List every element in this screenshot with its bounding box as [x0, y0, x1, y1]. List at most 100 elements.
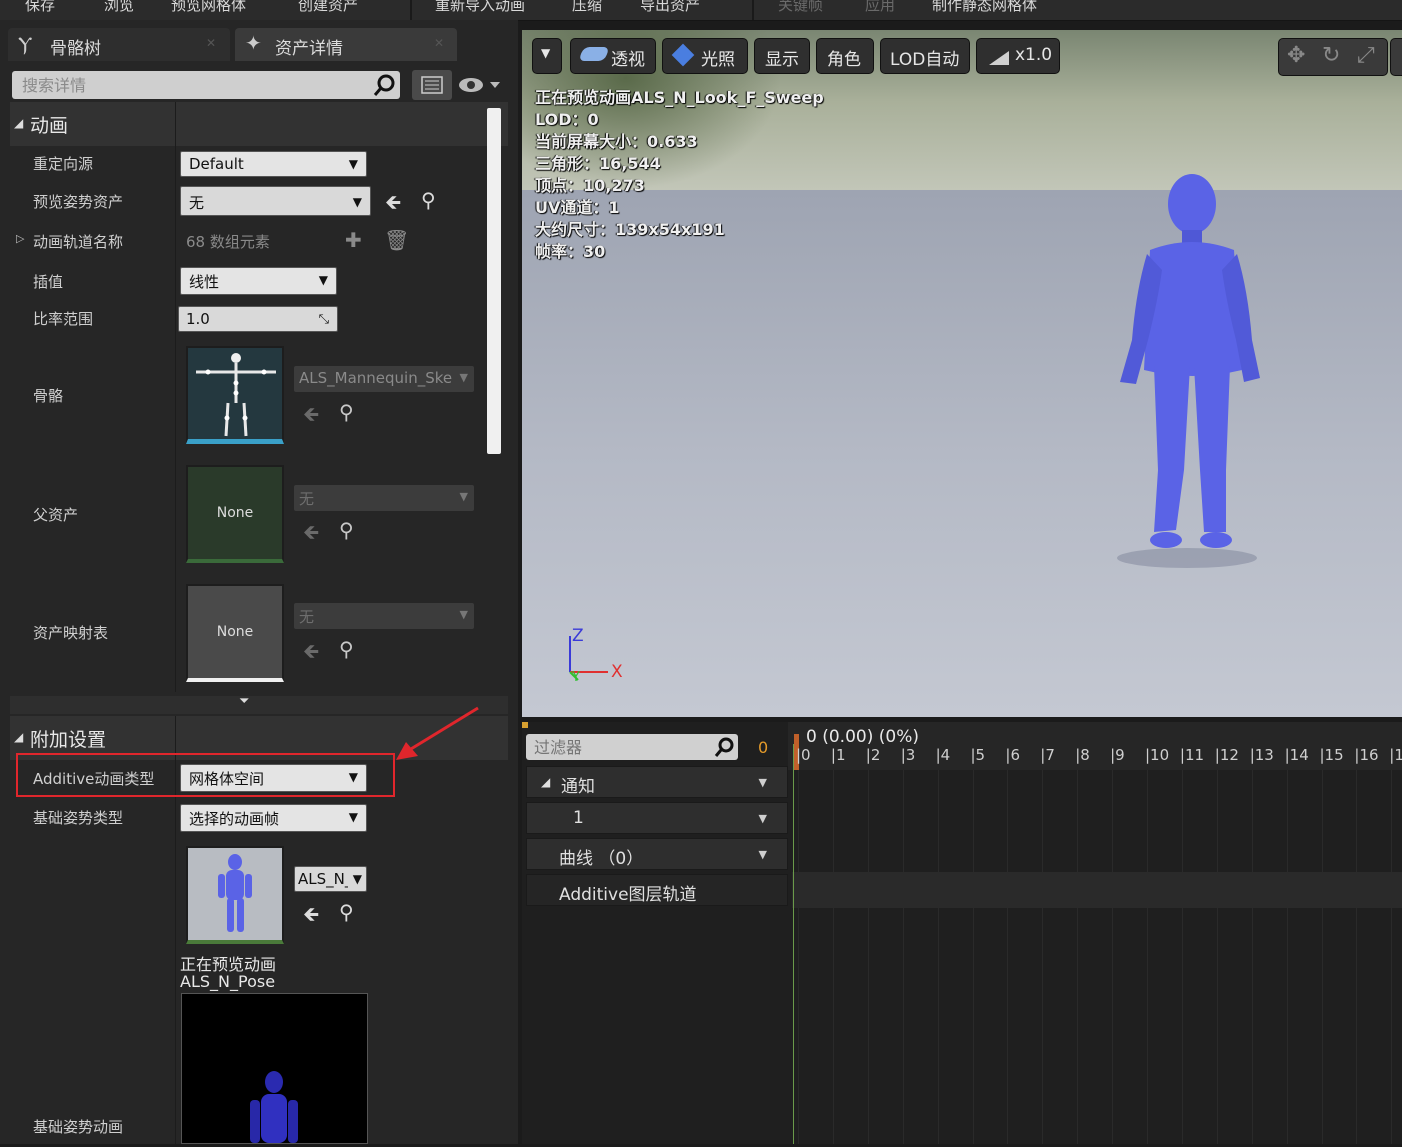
timeline-tick: |16 — [1354, 746, 1379, 764]
toolbar-apply[interactable]: 应用 — [865, 0, 895, 15]
asset-mapping-combo[interactable]: 无 ▼ — [294, 603, 474, 629]
browse-search-icon[interactable]: ⚲ — [339, 637, 354, 661]
scale-icon[interactable]: ⤢ — [1357, 43, 1375, 68]
toolbar-key[interactable]: 关键帧 — [778, 0, 823, 15]
lod-button[interactable]: LOD自动 — [880, 38, 970, 74]
parent-asset-value: 无 — [299, 490, 315, 508]
use-selected-arrow-icon[interactable]: 🡸 — [303, 900, 319, 934]
additive-layer-track[interactable]: Additive图层轨道 — [526, 874, 788, 906]
use-selected-arrow-icon[interactable]: 🡸 — [303, 637, 319, 671]
preview-pose-combo[interactable]: 无 ▼ — [180, 186, 371, 216]
parent-asset-combo[interactable]: 无 ▼ — [294, 485, 474, 511]
additive-type-combo[interactable]: 网格体空间 ▼ — [180, 764, 367, 792]
rate-scale-label: 比率范围 — [33, 310, 94, 328]
notify-track-label: 1 — [573, 808, 584, 828]
toolbar-browse[interactable]: 浏览 — [104, 0, 134, 15]
annotation-arrow — [396, 706, 479, 760]
chevron-down-icon: ▼ — [348, 810, 358, 824]
timeline-tick: |10 — [1145, 746, 1170, 764]
notify-track-1[interactable]: 1 ▼ — [526, 802, 788, 834]
timeline-gridline — [972, 770, 974, 1144]
close-icon[interactable]: ✕ — [206, 36, 216, 50]
chevron-down-icon: ▼ — [758, 848, 767, 861]
timeline-gridline — [1181, 770, 1183, 1144]
skeleton-combo[interactable]: ALS_Mannequin_Skele ▼ — [294, 366, 474, 392]
perspective-button[interactable]: 透视 — [570, 38, 656, 74]
interpolation-combo[interactable]: 线性 ▼ — [180, 267, 337, 295]
notifies-track[interactable]: ◢ 通知 ▼ — [526, 766, 788, 798]
skeleton-value: ALS_Mannequin_Skele — [299, 369, 453, 387]
tab-asset-details[interactable]: ✦ 资产详情 ✕ — [235, 28, 457, 61]
toolbar-save[interactable]: 保存 — [25, 0, 55, 15]
viewport-options-button[interactable]: ▼ — [532, 38, 562, 74]
use-selected-arrow-icon[interactable]: 🡸 — [303, 518, 319, 552]
curves-track[interactable]: 曲线 （0） ▼ — [526, 838, 788, 870]
use-selected-arrow-icon[interactable]: 🡸 — [303, 400, 319, 434]
visibility-filter-button[interactable] — [458, 74, 504, 96]
asset-mapping-thumbnail[interactable]: None — [186, 584, 284, 682]
time-ruler[interactable]: 0 (0.00) (0%) |0 |1 |2 |3 |4 |5 |6 |7 |8 |9 |10 |11… — [788, 722, 1402, 770]
browse-search-icon[interactable]: ⚲ — [421, 188, 436, 212]
skeleton-thumbnail[interactable] — [186, 346, 284, 444]
search-icon[interactable] — [712, 736, 736, 758]
more-tools-button[interactable] — [1390, 38, 1402, 76]
trash-icon[interactable]: 🗑 — [384, 228, 409, 252]
category-animation[interactable]: ◢ 动画 — [10, 102, 508, 146]
base-pose-anim-label: 基础姿势动画 — [33, 1118, 124, 1136]
timeline-tick: |2 — [865, 746, 881, 764]
browse-search-icon[interactable]: ⚲ — [339, 900, 354, 924]
search-icon[interactable] — [372, 73, 396, 97]
axis-x-label: X — [611, 662, 623, 682]
rotate-icon[interactable]: ↻ — [1322, 43, 1340, 68]
lit-button[interactable]: 光照 — [662, 38, 748, 74]
browse-search-icon[interactable]: ⚲ — [339, 400, 354, 424]
camera-icon — [578, 47, 610, 61]
close-icon[interactable]: ✕ — [434, 36, 444, 50]
timeline-tick: |13 — [1249, 746, 1274, 764]
character-button[interactable]: 角色 — [816, 38, 874, 74]
toolbar-reimport[interactable]: 重新导入动画 — [435, 0, 525, 15]
toolbar-compress[interactable]: 压缩 — [572, 0, 602, 15]
base-pose-anim-thumbnail[interactable] — [186, 846, 284, 944]
playback-speed-button[interactable]: x1.0 — [976, 38, 1060, 74]
preview-viewport[interactable]: ▼ 透视 光照 显示 角色 LOD自动 x1.0 ✥ ↻ ⤢ 正在预览动画ALS… — [522, 30, 1402, 717]
use-selected-arrow-icon[interactable]: 🡸 — [385, 188, 401, 222]
interpolation-value: 线性 — [189, 273, 220, 291]
character-preview-icon — [250, 1071, 298, 1143]
add-icon[interactable]: ✚ — [345, 228, 362, 252]
additive-type-value: 网格体空间 — [189, 770, 265, 788]
timeline-tick: |3 — [900, 746, 916, 764]
chevron-down-icon: ⏷ — [239, 694, 250, 709]
toolbar-make-static-mesh[interactable]: 制作静态网格体 — [932, 0, 1037, 15]
filter-input[interactable] — [532, 736, 706, 758]
base-pose-type-combo[interactable]: 选择的动画帧 ▼ — [180, 804, 367, 832]
toolbar-preview-mesh[interactable]: 预览网格体 — [171, 0, 246, 15]
show-button[interactable]: 显示 — [754, 38, 810, 74]
stat-frame-rate: 帧率：30 — [535, 242, 606, 261]
details-scrollbar[interactable] — [487, 108, 501, 454]
timeline-panel: 0 0 (0.00) (0%) |0 |1 |2 |3 |4 |5 |6 |7 |8 |9 |10 |… — [522, 722, 1402, 1144]
expand-icon[interactable]: ▷ — [16, 232, 24, 245]
corner-marker — [522, 722, 528, 728]
current-frame-value[interactable]: 0 — [758, 738, 768, 757]
move-icon[interactable]: ✥ — [1287, 43, 1305, 68]
toolbar-export[interactable]: 导出资产 — [640, 0, 700, 15]
toolbar-create-asset[interactable]: 创建资产 — [298, 0, 358, 15]
parent-asset-thumb-text: None — [216, 505, 254, 521]
stat-vertices: 顶点：10,273 — [535, 176, 645, 195]
list-icon — [421, 76, 443, 94]
search-input[interactable] — [20, 74, 364, 96]
list-view-button[interactable] — [412, 70, 452, 100]
tab-skeleton-tree-label: 骨骼树 — [50, 39, 101, 59]
browse-search-icon[interactable]: ⚲ — [339, 518, 354, 542]
rate-scale-input[interactable]: 1.0 ⤡ — [178, 306, 338, 332]
search-details — [12, 71, 400, 99]
notifies-label: 通知 — [561, 777, 595, 797]
base-pose-anim-combo[interactable]: ALS_N_ ▼ — [294, 866, 367, 892]
stat-previewing: 正在预览动画ALS_N_Look_F_Sweep — [535, 88, 824, 107]
retarget-source-combo[interactable]: Default ▼ — [180, 151, 367, 177]
additive-track-row — [792, 872, 1402, 908]
timeline-gridline — [1391, 770, 1393, 1144]
tab-skeleton-tree[interactable]: Ⲩ 骨骼树 ✕ — [8, 28, 230, 61]
parent-asset-thumbnail[interactable]: None — [186, 465, 284, 563]
